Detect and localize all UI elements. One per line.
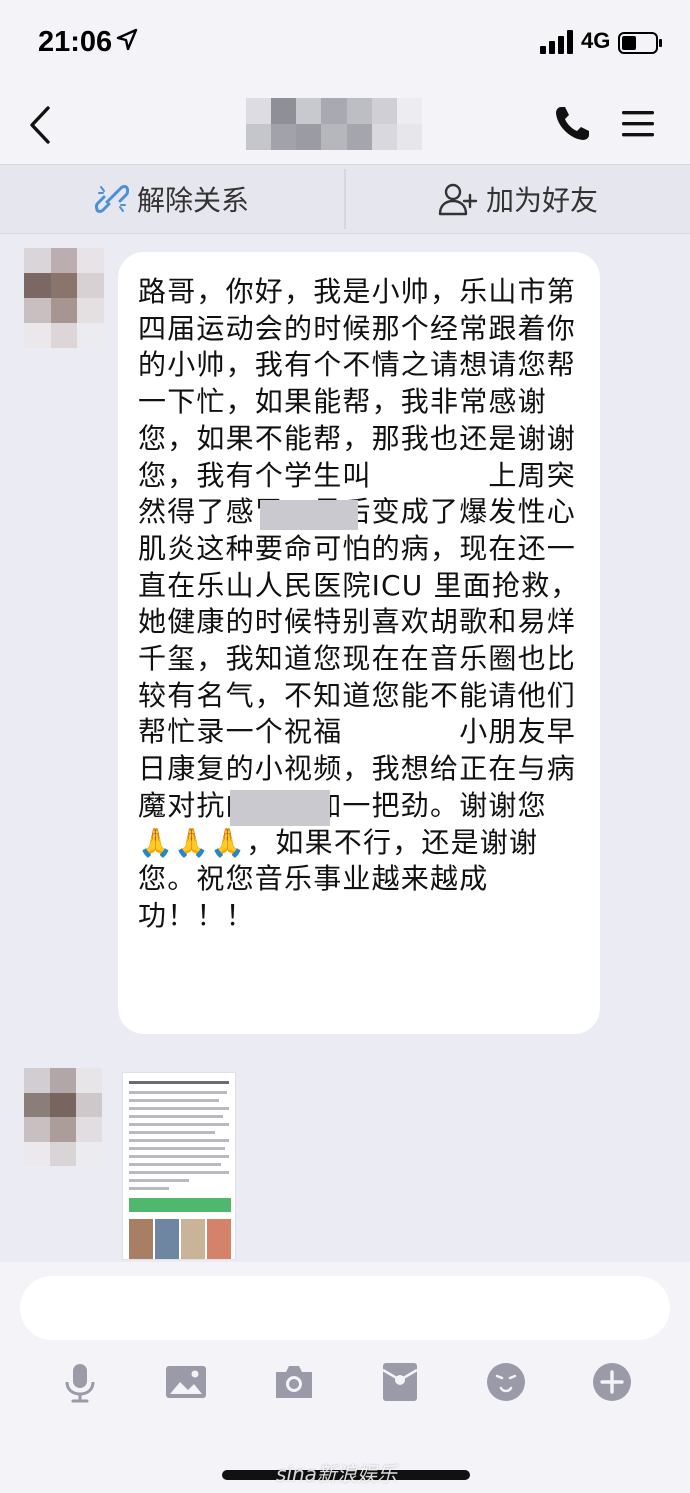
add-friend-label: 加为好友	[485, 184, 598, 217]
hamburger-menu-icon[interactable]	[620, 106, 656, 142]
avatar[interactable]	[24, 248, 104, 348]
status-bar: 21:06 4G	[0, 0, 690, 88]
emoji-icon[interactable]	[484, 1360, 528, 1404]
location-arrow-icon	[116, 28, 138, 51]
avatar[interactable]	[24, 1068, 102, 1166]
redacted-name	[230, 790, 330, 826]
message-text: 路哥，你好，我是小帅，乐山市第四届运动会的时候那个经常跟着你的小帅，我有个不情之…	[138, 275, 580, 932]
microphone-icon[interactable]	[58, 1360, 102, 1404]
nav-bar	[0, 88, 690, 164]
redacted-name	[260, 500, 358, 530]
plus-icon[interactable]	[590, 1360, 634, 1404]
chevron-left-icon[interactable]	[22, 102, 58, 148]
red-packet-icon[interactable]	[378, 1360, 422, 1404]
unlink-label: 解除关系	[136, 184, 249, 217]
watermark: sina新浪娱乐	[276, 1462, 397, 1486]
input-area: sina新浪娱乐	[0, 1262, 690, 1493]
message-input[interactable]	[20, 1276, 670, 1340]
camera-icon[interactable]	[272, 1360, 316, 1404]
image-message-thumbnail[interactable]	[122, 1072, 236, 1260]
status-time: 21:06	[38, 26, 113, 58]
signal-icon	[540, 30, 573, 54]
message-bubble[interactable]: 路哥，你好，我是小帅，乐山市第四届运动会的时候那个经常跟着你的小帅，我有个不情之…	[118, 252, 600, 1034]
add-friend-button[interactable]: 加为好友	[346, 165, 690, 233]
image-icon[interactable]	[164, 1360, 208, 1404]
relationship-action-bar: 解除关系 加为好友	[0, 164, 690, 234]
phone-icon[interactable]	[552, 104, 592, 144]
unlink-relationship-button[interactable]: 解除关系	[0, 165, 344, 233]
battery-icon	[618, 32, 662, 54]
add-user-icon	[438, 183, 478, 216]
unlink-icon	[94, 185, 129, 213]
network-type: 4G	[581, 28, 611, 53]
contact-name-pixelated	[246, 98, 422, 150]
